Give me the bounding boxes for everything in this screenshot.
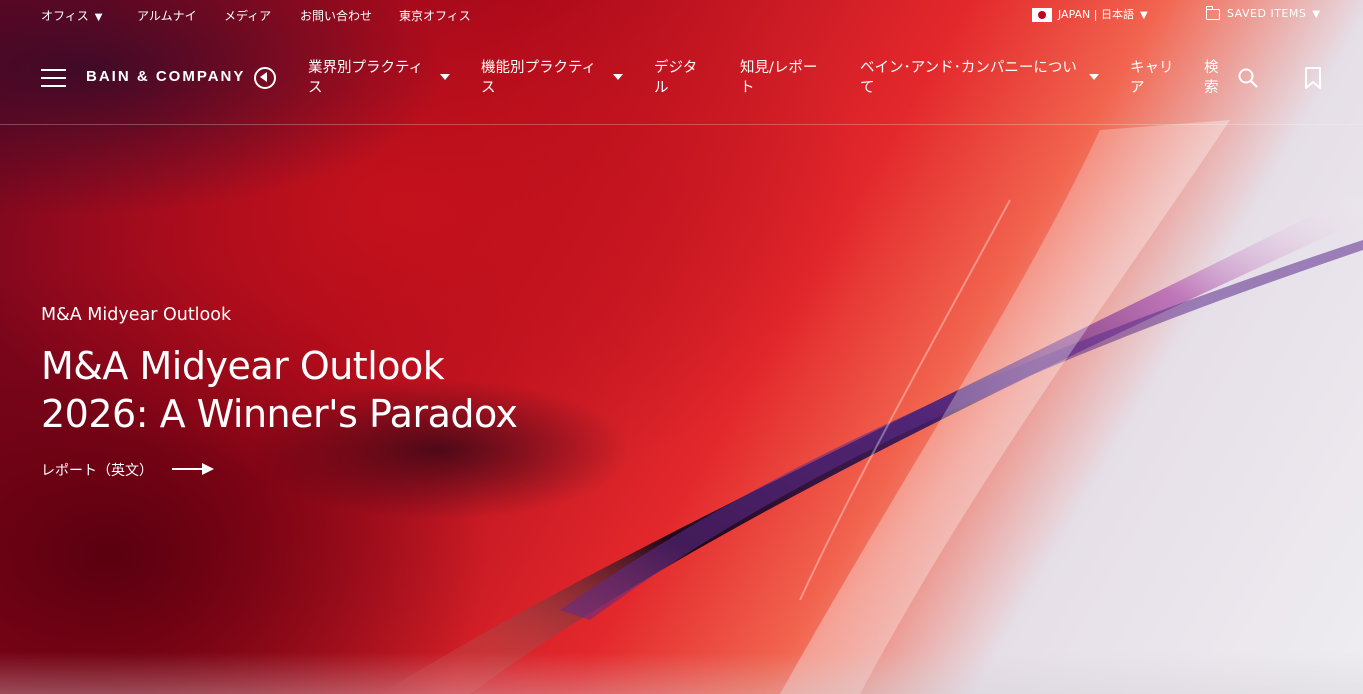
- utility-bar: オフィス ▼ アルムナイ メディア お問い合わせ 東京オフィス JAPAN | 日…: [0, 0, 1363, 30]
- nav-search-label[interactable]: 検索: [1204, 58, 1220, 98]
- caret-down-icon: ▼: [94, 12, 103, 23]
- tokyo-office-link[interactable]: 東京オフィス: [399, 7, 471, 24]
- saved-items-button[interactable]: SAVED ITEMS ▼: [1206, 5, 1321, 20]
- alumni-link[interactable]: アルムナイ: [137, 7, 197, 24]
- main-navigation: BAIN & COMPANY 業界別プラクティス 機能別プラクティス デジタル …: [0, 30, 1363, 125]
- caret-down-icon: ▼: [1139, 10, 1148, 21]
- chevron-down-icon: [1089, 74, 1099, 80]
- region-label: JAPAN | 日本語: [1058, 8, 1134, 21]
- bottom-fade: [0, 652, 1363, 694]
- search-icon[interactable]: [1238, 68, 1258, 88]
- offices-menu[interactable]: オフィス ▼: [41, 7, 102, 24]
- nav-about[interactable]: ベイン･アンド･カンパニーについて: [860, 58, 1082, 98]
- media-link[interactable]: メディア: [224, 7, 271, 24]
- nav-digital[interactable]: デジタル: [654, 58, 702, 98]
- hero-eyebrow: M&A Midyear Outlook: [41, 305, 232, 325]
- folder-icon: [1206, 5, 1220, 20]
- region-selector[interactable]: JAPAN | 日本語 ▼: [1032, 6, 1148, 22]
- contact-link[interactable]: お問い合わせ: [300, 7, 372, 24]
- nav-industry-practices[interactable]: 業界別プラクティス: [308, 58, 426, 98]
- saved-items-label: SAVED ITEMS: [1227, 7, 1307, 20]
- arrow-right-icon[interactable]: [172, 462, 216, 476]
- nav-careers[interactable]: キャリア: [1130, 58, 1176, 98]
- nav-insights[interactable]: 知見/レポート: [740, 58, 824, 98]
- chevron-down-icon: [440, 74, 450, 80]
- bain-logo-mark-icon: [254, 67, 276, 89]
- caret-down-icon: ▼: [1312, 9, 1321, 20]
- offices-label: オフィス: [41, 9, 89, 23]
- bain-logo[interactable]: BAIN & COMPANY: [86, 68, 245, 85]
- bookmark-icon[interactable]: [1304, 67, 1322, 89]
- japan-flag-icon: [1032, 8, 1052, 22]
- chevron-down-icon: [613, 74, 623, 80]
- hero-headline[interactable]: M&A Midyear Outlook 2026: A Winner's Par…: [41, 342, 561, 438]
- report-link[interactable]: レポート（英文）: [41, 460, 153, 480]
- nav-functional-practices[interactable]: 機能別プラクティス: [481, 58, 599, 98]
- hamburger-icon[interactable]: [41, 69, 66, 87]
